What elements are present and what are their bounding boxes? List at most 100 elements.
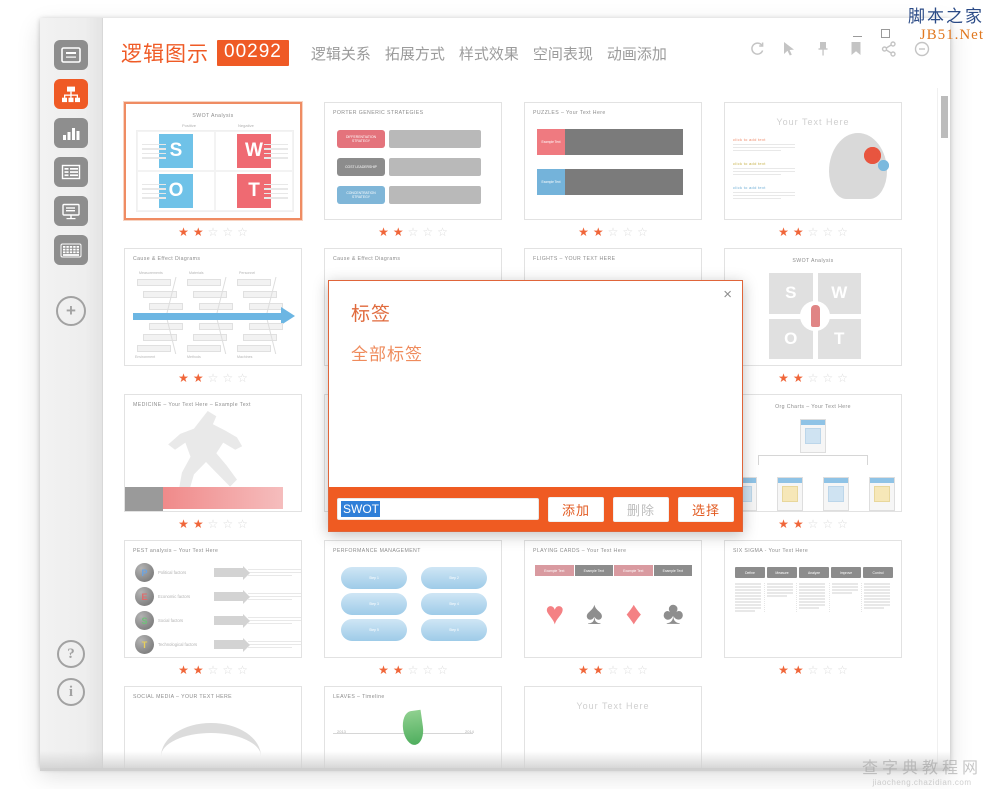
fishbone-column-label: Measurements — [139, 271, 163, 275]
template-cell[interactable]: SWOT Analysis S W O T ★ ★ ☆ ☆ ☆ — [713, 248, 913, 384]
template-cell[interactable]: PERFORMANCE MANAGEMENT Step 1 Step 2 Ste… — [313, 540, 513, 676]
select-tag-button[interactable]: 选择 — [678, 496, 734, 522]
rating-stars[interactable]: ★★ ☆☆☆ — [378, 226, 448, 238]
template-thumbnail[interactable]: SWOT Analysis S W O T — [724, 248, 902, 366]
sidebar-item-table[interactable] — [54, 157, 88, 187]
info-button[interactable]: i — [57, 678, 85, 706]
refresh-icon[interactable] — [748, 40, 765, 57]
template-thumbnail[interactable]: Cause & Effect Diagrams Measurements Mat… — [124, 248, 302, 366]
template-thumbnail[interactable]: SOCIAL MEDIA – YOUR TEXT HERE — [124, 686, 302, 768]
tab-expand-mode[interactable]: 拓展方式 — [385, 43, 445, 64]
brain-heading: click to add text — [733, 137, 766, 142]
club-icon: ♣ — [662, 595, 684, 631]
pest-label: Technological factors — [158, 642, 198, 647]
add-tag-button[interactable]: 添加 — [548, 496, 604, 522]
template-cell[interactable]: PORTER GENERIC STRATEGIES DIFFERENTIATIO… — [313, 102, 513, 238]
brain-text-block: click to add text — [733, 185, 795, 199]
template-cell[interactable]: SWOT Analysis Positive Negative S W O T … — [113, 102, 313, 238]
pest-row: P Political factors — [135, 563, 301, 582]
template-thumbnail[interactable]: Org Charts – Your Text Here — [724, 394, 902, 512]
minimize-button[interactable] — [850, 26, 864, 40]
template-thumbnail[interactable]: SWOT Analysis Positive Negative S W O T — [124, 102, 302, 220]
fishbone-spine — [133, 313, 283, 320]
rating-stars[interactable]: ★★ ☆☆☆ — [378, 664, 448, 676]
rating-stars[interactable]: ★★ ☆☆☆ — [778, 372, 848, 384]
template-thumbnail[interactable]: PERFORMANCE MANAGEMENT Step 1 Step 2 Ste… — [324, 540, 502, 658]
sidebar-item-presentation[interactable] — [54, 196, 88, 226]
template-cell[interactable]: SOCIAL MEDIA – YOUR TEXT HERE — [113, 686, 313, 768]
sidebar-item-keyboard[interactable] — [54, 235, 88, 265]
share-icon[interactable] — [880, 40, 897, 57]
bookmark-icon[interactable] — [847, 40, 864, 57]
vertical-scrollbar[interactable] — [937, 88, 950, 768]
rating-stars[interactable]: ★★ ☆☆☆ — [178, 226, 248, 238]
template-thumbnail[interactable]: LEAVES – Timeline 2013 2014 — [324, 686, 502, 768]
template-cell[interactable]: Your Text Here click to add text click t… — [713, 102, 913, 238]
porter-body — [389, 158, 481, 176]
star-icon: ☆ — [222, 517, 234, 531]
fishbone-column-label: Methods — [187, 355, 201, 359]
porter-row: DIFFERENTIATION STRATEGY — [337, 130, 481, 148]
pin-icon[interactable] — [814, 40, 831, 57]
tab-animation-add[interactable]: 动画添加 — [607, 43, 667, 64]
maximize-button[interactable] — [878, 26, 892, 40]
star-icon: ☆ — [222, 371, 234, 385]
star-icon: ☆ — [822, 517, 834, 531]
sidebar-add-button[interactable]: + — [56, 296, 86, 326]
template-cell[interactable]: Org Charts – Your Text Here ★ ★ ☆ ☆ ☆ — [713, 394, 913, 530]
template-thumbnail[interactable]: PUZZLES – Your Text Here Example Text Ex… — [524, 102, 702, 220]
rating-stars[interactable]: ★★ ☆☆☆ — [178, 372, 248, 384]
template-thumbnail[interactable]: Your Text Here click to add text click t… — [724, 102, 902, 220]
rating-stars[interactable]: ★★ ☆☆☆ — [778, 518, 848, 530]
rating-stars[interactable]: ★★ ☆☆☆ — [578, 226, 648, 238]
minus-circle-icon[interactable] — [913, 40, 930, 57]
template-cell[interactable]: LEAVES – Timeline 2013 2014 — [313, 686, 513, 768]
template-cell[interactable]: Cause & Effect Diagrams Measurements Mat… — [113, 248, 313, 384]
tab-logic-relation[interactable]: 逻辑关系 — [311, 43, 371, 64]
star-icon: ☆ — [807, 663, 819, 677]
template-thumbnail[interactable]: Your Text Here — [524, 686, 702, 768]
thumbnail-title: FLIGHTS – YOUR TEXT HERE — [533, 256, 616, 262]
sixsigma-phase-row: Define Measure Analyze Improve Control — [735, 567, 893, 578]
template-thumbnail[interactable]: PEST analysis – Your Text Here P Politic… — [124, 540, 302, 658]
rating-stars[interactable]: ★★ ☆☆☆ — [778, 664, 848, 676]
template-cell[interactable]: Your Text Here — [513, 686, 713, 768]
star-icon: ☆ — [207, 663, 219, 677]
template-thumbnail[interactable]: MEDICINE – Your Text Here – Example Text — [124, 394, 302, 512]
cursor-icon[interactable] — [781, 40, 798, 57]
close-icon[interactable]: × — [723, 287, 732, 302]
sidebar-item-diagram[interactable] — [54, 79, 88, 109]
template-cell[interactable]: PLAYING CARDS – Your Text Here Example T… — [513, 540, 713, 676]
fishbone-head — [281, 307, 295, 325]
template-cell[interactable]: MEDICINE – Your Text Here – Example Text… — [113, 394, 313, 530]
rating-stars[interactable]: ★★ ☆☆☆ — [178, 518, 248, 530]
sidebar-item-text-slide[interactable] — [54, 40, 88, 70]
star-icon: ☆ — [407, 663, 419, 677]
rating-stars[interactable]: ★★ ☆☆☆ — [178, 664, 248, 676]
template-cell[interactable]: PUZZLES – Your Text Here Example Text Ex… — [513, 102, 713, 238]
scrollbar-thumb[interactable] — [941, 96, 948, 138]
template-thumbnail[interactable]: PLAYING CARDS – Your Text Here Example T… — [524, 540, 702, 658]
phase-box: Measure — [767, 567, 797, 578]
tab-style-effect[interactable]: 样式效果 — [459, 43, 519, 64]
all-tags-link[interactable]: 全部标签 — [351, 340, 720, 365]
thumbnail-title: PUZZLES – Your Text Here — [533, 110, 606, 116]
help-button[interactable]: ? — [57, 640, 85, 668]
screen-root: 脚本之家 JB51.Net + ? i 逻辑图示 00292 逻辑关系 拓展方式… — [0, 0, 990, 789]
tag-name-input[interactable]: SWOT — [337, 498, 539, 520]
template-cell[interactable]: PEST analysis – Your Text Here P Politic… — [113, 540, 313, 676]
sidebar-item-chart[interactable] — [54, 118, 88, 148]
template-thumbnail[interactable]: SIX SIGMA - Your Text Here Define Measur… — [724, 540, 902, 658]
template-cell[interactable]: SIX SIGMA - Your Text Here Define Measur… — [713, 540, 913, 676]
fishbone-column-label: Environment — [135, 355, 156, 359]
star-icon: ★ — [378, 663, 389, 677]
rating-stars[interactable]: ★★ ☆☆☆ — [778, 226, 848, 238]
delete-tag-button[interactable]: 删除 — [613, 496, 669, 522]
swot-text-lines — [142, 143, 166, 159]
star-icon: ☆ — [637, 225, 648, 239]
person-icon — [810, 305, 820, 327]
star-icon: ☆ — [222, 663, 234, 677]
rating-stars[interactable]: ★★ ☆☆☆ — [578, 664, 648, 676]
template-thumbnail[interactable]: PORTER GENERIC STRATEGIES DIFFERENTIATIO… — [324, 102, 502, 220]
tab-space-expression[interactable]: 空间表现 — [533, 43, 593, 64]
